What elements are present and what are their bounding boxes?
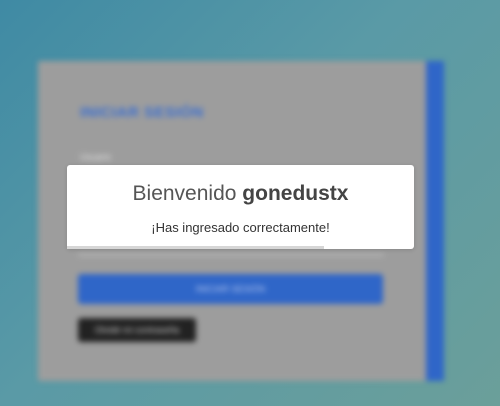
login-card-accent-bar	[426, 61, 444, 381]
modal-greeting: Bienvenido	[132, 182, 237, 205]
modal-timer-progress	[67, 246, 414, 249]
login-title: INICIAR SESIÓN	[80, 104, 204, 121]
welcome-modal: Bienvenido gonedustx ¡Has ingresado corr…	[67, 165, 414, 249]
username-field-label: Usuario	[80, 152, 112, 162]
password-field[interactable]	[78, 254, 384, 256]
modal-username: gonedustx	[242, 182, 349, 205]
forgot-password-button[interactable]: Olvidé mi contraseña	[78, 318, 196, 342]
modal-timer-progress-fill	[67, 246, 324, 249]
login-button[interactable]: INICIAR SESIÓN	[78, 274, 383, 304]
modal-message: ¡Has ingresado correctamente!	[151, 220, 330, 235]
modal-title: Bienvenido gonedustx	[67, 182, 414, 206]
